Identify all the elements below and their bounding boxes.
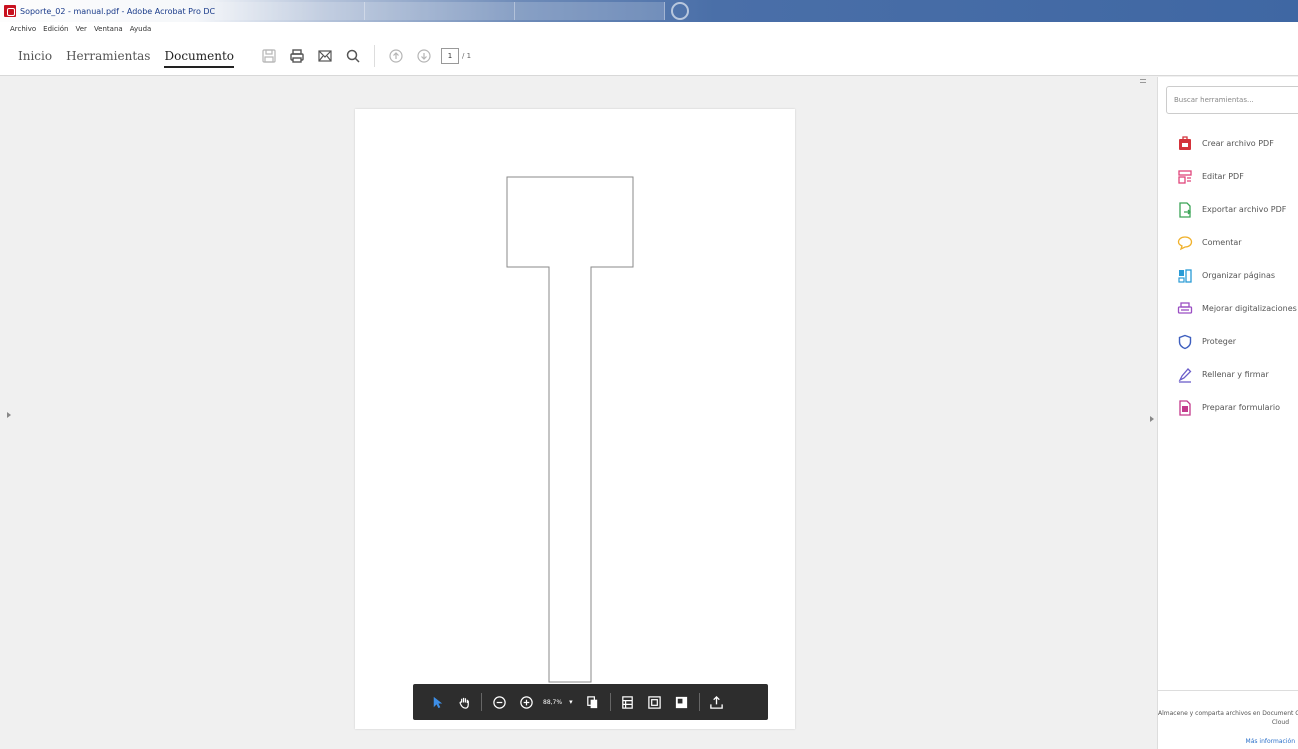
menu-bar: Archivo Edición Ver Ventana Ayuda — [0, 22, 1298, 36]
page-number-input[interactable]: 1 — [441, 47, 460, 64]
toolbar-divider — [374, 44, 376, 67]
taskbar-tab[interactable] — [515, 2, 665, 20]
promo-text: Almacene y comparta archivos en Document… — [1158, 710, 1298, 717]
select-cursor-icon[interactable] — [427, 692, 447, 712]
zoom-level-value: 88,7% — [543, 698, 563, 706]
menu-item-archivo[interactable]: Archivo — [10, 25, 36, 33]
menu-item-edicion[interactable]: Edición — [43, 25, 68, 33]
support-outline-shape — [506, 176, 634, 683]
menu-item-ayuda[interactable]: Ayuda — [130, 25, 152, 33]
search-icon[interactable] — [342, 45, 364, 67]
print-icon[interactable] — [286, 45, 308, 67]
document-cloud-promo: Almacene y comparta archivos en Document… — [1158, 690, 1298, 746]
organize-pages-icon — [1178, 268, 1192, 283]
shield-icon — [1178, 334, 1192, 349]
scan-icon — [1177, 301, 1193, 314]
tool-editar-pdf[interactable]: Editar PDF — [1158, 160, 1298, 193]
full-screen-icon[interactable] — [672, 692, 692, 712]
acrobat-app-icon — [4, 5, 16, 17]
tool-organizar-paginas[interactable]: Organizar páginas — [1158, 259, 1298, 292]
tab-herramientas[interactable]: Herramientas — [66, 36, 150, 76]
toolbar-divider — [481, 693, 482, 711]
window-title: Soporte_02 - manual.pdf - Adobe Acrobat … — [20, 6, 216, 16]
document-viewer[interactable]: 88,7% ▾ — [0, 77, 1154, 749]
edit-pdf-icon — [1178, 169, 1192, 184]
taskbar-tab[interactable] — [365, 2, 515, 20]
comment-icon — [1177, 235, 1193, 250]
toolbar-divider — [698, 693, 700, 711]
export-pdf-icon — [1179, 201, 1191, 218]
tool-preparar-formulario[interactable]: Preparar formulario — [1158, 391, 1298, 424]
floating-page-toolbar: 88,7% ▾ — [413, 684, 768, 720]
window-title-bar: Soporte_02 - manual.pdf - Adobe Acrobat … — [0, 0, 1298, 22]
page-drawing — [506, 176, 634, 683]
toolbar-divider — [609, 693, 611, 711]
previous-page-icon[interactable] — [385, 45, 407, 67]
hand-tool-icon[interactable] — [454, 692, 474, 712]
menu-item-ventana[interactable]: Ventana — [94, 25, 123, 33]
email-icon[interactable] — [314, 45, 336, 67]
tool-exportar-archivo-pdf[interactable]: Exportar archivo PDF — [1158, 193, 1298, 226]
chevron-down-icon: ▾ — [569, 698, 573, 706]
tab-documento[interactable]: Documento — [164, 36, 234, 76]
rotate-page-icon[interactable] — [583, 692, 603, 712]
tool-rellenar-y-firmar[interactable]: Rellenar y firmar — [1158, 358, 1298, 391]
pane-resize-grip-icon[interactable] — [1140, 77, 1146, 91]
save-icon[interactable] — [258, 45, 280, 67]
page-total: / 1 — [462, 51, 472, 60]
taskbar-tabs — [215, 2, 689, 20]
fit-width-icon[interactable] — [618, 692, 638, 712]
pdf-page — [355, 109, 795, 729]
tool-comentar[interactable]: Comentar — [1158, 226, 1298, 259]
promo-text-cloud: Cloud — [1271, 719, 1289, 726]
zoom-in-icon[interactable] — [516, 692, 536, 712]
expand-left-pane-icon[interactable] — [7, 412, 11, 418]
fit-page-icon[interactable] — [645, 692, 665, 712]
tool-search-input[interactable]: Buscar herramientas... — [1166, 86, 1298, 114]
fill-sign-icon — [1178, 367, 1192, 383]
main-toolbar: Inicio Herramientas Documento 1 / 1 — [0, 36, 1298, 76]
taskbar-tab[interactable] — [215, 2, 365, 20]
tool-crear-archivo-pdf[interactable]: Crear archivo PDF — [1158, 127, 1298, 160]
next-page-icon[interactable] — [413, 45, 435, 67]
tool-mejorar-digitalizaciones[interactable]: Mejorar digitalizaciones — [1158, 292, 1298, 325]
prepare-form-icon — [1179, 399, 1191, 416]
more-info-link[interactable]: Más información — [1158, 737, 1295, 746]
collapse-right-pane-icon[interactable] — [1150, 416, 1154, 422]
zoom-out-icon[interactable] — [489, 692, 509, 712]
taskbar-circle-icon[interactable] — [671, 2, 689, 20]
create-pdf-icon — [1179, 135, 1191, 150]
zoom-level-dropdown[interactable]: 88,7% ▾ — [543, 698, 573, 706]
tab-inicio[interactable]: Inicio — [18, 36, 52, 76]
tools-pane: Buscar herramientas... Crear archivo PDF… — [1157, 77, 1298, 749]
share-upload-icon[interactable] — [707, 692, 727, 712]
tool-proteger[interactable]: Proteger — [1158, 325, 1298, 358]
menu-item-ver[interactable]: Ver — [76, 25, 87, 33]
tool-list: Crear archivo PDF Editar PDF Exportar ar… — [1158, 127, 1298, 424]
